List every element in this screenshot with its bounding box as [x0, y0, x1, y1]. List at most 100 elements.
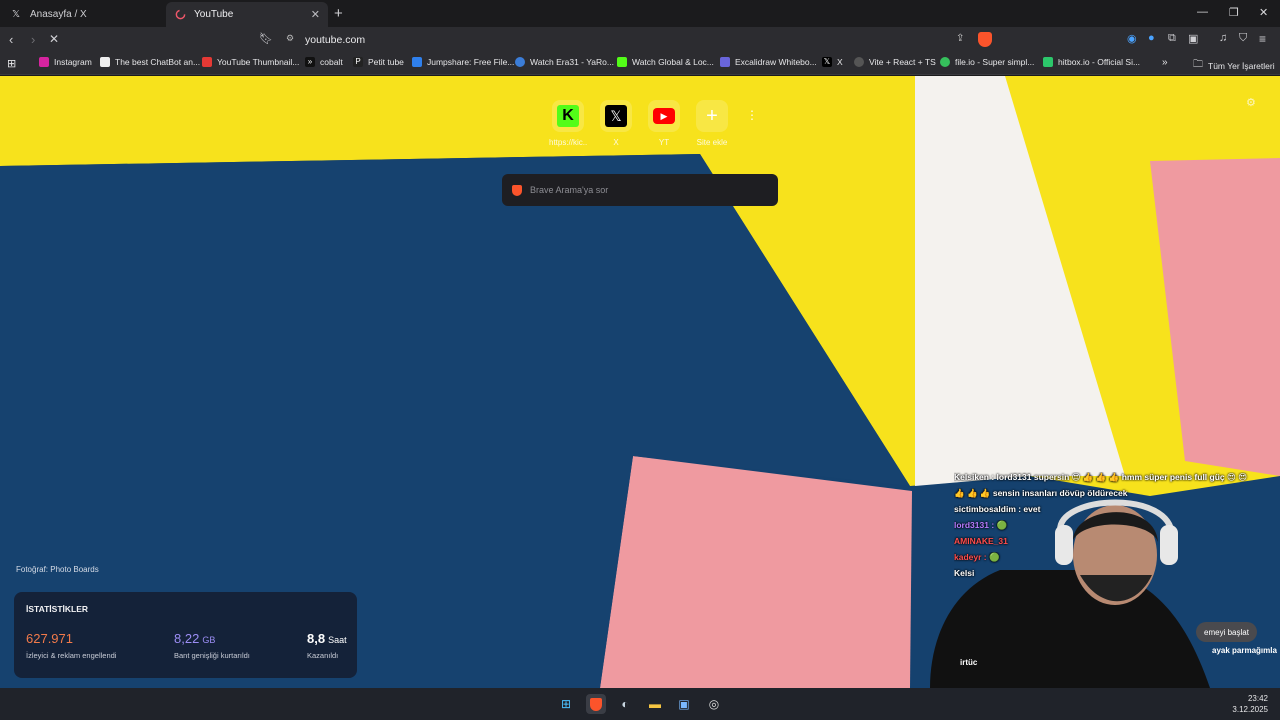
hitbox-icon — [1043, 57, 1053, 67]
kick-icon — [617, 57, 627, 67]
bookmark-era31[interactable]: Watch Era31 - YaRo... — [515, 57, 614, 67]
close-tab-icon[interactable]: ✕ — [311, 8, 320, 21]
windows-start-icon[interactable]: ⊞ — [556, 694, 576, 714]
clock-time: 23:42 — [1247, 694, 1268, 703]
media-icon[interactable]: ♫ — [1219, 32, 1227, 44]
brave-logo-icon — [512, 184, 522, 196]
stream-partial-text: ayak parmağımla — [1212, 646, 1277, 655]
thumbnail-icon — [202, 57, 212, 67]
all-bookmarks-folder[interactable]: 🗀︎ Tüm Yer İşaretleri — [1193, 57, 1275, 74]
wallet-icon[interactable]: ▣ — [1188, 32, 1198, 45]
bookmarks-bar: ⊞ Instagram The best ChatBot an... YouTu… — [0, 53, 1280, 75]
shortcuts-more-icon[interactable]: ⋮ — [746, 108, 758, 122]
stream-action-button[interactable]: emeyi başlat — [1196, 622, 1257, 642]
apps-grid-icon[interactable]: ⊞ — [7, 57, 16, 70]
brave-browser-icon[interactable] — [586, 694, 606, 714]
jumpshare-icon — [412, 57, 422, 67]
loading-spinner-icon — [174, 9, 186, 21]
shortcut-youtube[interactable]: ▶ YT — [645, 100, 683, 147]
steam-icon[interactable]: ◐ — [615, 694, 635, 714]
twitch-icon — [515, 57, 525, 67]
bookmark-vite-react[interactable]: Vite + React + TS — [854, 57, 936, 67]
shortcut-kick[interactable]: K https://kic... — [549, 100, 587, 147]
restore-icon[interactable]: ❐ — [1229, 6, 1239, 19]
brave-search-box[interactable]: Brave Arama'ya sor — [502, 174, 778, 206]
bookmark-x[interactable]: 𝕏X — [822, 57, 843, 67]
forward-icon[interactable]: › — [31, 32, 35, 47]
tab-title: Anasayfa / X — [30, 9, 87, 20]
url-text: youtube.com — [305, 34, 366, 46]
close-window-icon[interactable]: ✕ — [1259, 6, 1268, 19]
bookmark-hitbox[interactable]: hitbox.io - Official Si... — [1043, 57, 1140, 67]
bookmark-petit-tube[interactable]: P Petit tube — [353, 57, 404, 67]
extensions-puzzle-icon[interactable]: ⧉ — [1168, 32, 1176, 45]
excalidraw-icon — [720, 57, 730, 67]
bookmark-instagram[interactable]: Instagram — [39, 57, 92, 67]
clock-date: 3.12.2025 — [1232, 705, 1268, 714]
bookmark-jumpshare[interactable]: Jumpshare: Free File... — [412, 57, 514, 67]
extension-icon[interactable]: ● — [1148, 32, 1155, 44]
stat-time-saved: 8,8 Saat Kazanıldı — [307, 630, 347, 660]
shortcut-x[interactable]: 𝕏 X — [597, 100, 635, 147]
bookmark-chatbot[interactable]: The best ChatBot an... — [100, 57, 200, 67]
tab-anasayfa-x[interactable]: 𝕏 Anasayfa / X — [2, 2, 166, 27]
stat-value: 8,8 — [307, 631, 326, 646]
tab-title: YouTube — [194, 9, 234, 20]
chat-message: 👍 👍 👍 sensin insanları dövüp öldürecek — [954, 488, 1128, 498]
chat-message: Kelsiken : lord3131 supersin 😍 👍 👍 👍 hmm… — [954, 472, 1248, 482]
back-icon[interactable]: ‹ — [9, 32, 13, 47]
file-explorer-icon[interactable]: ▬ — [645, 694, 665, 714]
globe-icon — [854, 57, 864, 67]
minimize-icon[interactable]: — — [1197, 6, 1208, 18]
x-logo-icon: 𝕏 — [11, 9, 21, 20]
stop-loading-icon[interactable]: ✕ — [49, 32, 59, 46]
more-bookmarks-chevron-icon[interactable]: » — [1162, 57, 1168, 68]
obs-studio-icon[interactable]: ◎ — [704, 694, 724, 714]
navigation-toolbar: ‹ › ✕ 🔖︎ ⚙︎ youtube.com ⇪ ◉ ● ⧉ ▣ ♫ ⛉ ≡ — [0, 27, 1280, 53]
chat-message: AMINAKE_31 — [954, 536, 1008, 546]
menu-icon[interactable]: ≡ — [1259, 32, 1266, 46]
chat-message: lord3131 : 🟢 — [954, 520, 1008, 530]
bookmark-youtube-thumbnail[interactable]: YouTube Thumbnail... — [202, 57, 299, 67]
share-icon[interactable]: ⇪ — [956, 33, 964, 44]
bookmark-page-icon[interactable]: 🔖︎ — [259, 32, 273, 45]
photo-credit[interactable]: Fotoğraf: Photo Boards — [16, 565, 99, 574]
tab-youtube[interactable]: YouTube ✕ — [166, 2, 328, 27]
instagram-icon — [39, 57, 49, 67]
stat-trackers-blocked: 627.971 İzleyici & reklam engellendi — [26, 630, 116, 660]
photos-app-icon[interactable]: ▣ — [674, 694, 694, 714]
kick-logo-icon: K — [552, 100, 584, 132]
vpn-shield-icon[interactable]: ⛉ — [1239, 32, 1247, 45]
cobalt-icon: » — [305, 57, 315, 67]
stat-label: İzleyici & reklam engellendi — [26, 651, 117, 660]
stat-value: 627.971 — [26, 631, 73, 646]
chat-message: kadeyr : 🟢 — [954, 552, 1000, 562]
chat-message: sictimbosaldim : evet — [954, 504, 1041, 514]
system-clock[interactable]: 23:42 3.12.2025 — [1232, 693, 1268, 715]
bookmark-global-loc[interactable]: Watch Global & Loc... — [617, 57, 714, 67]
address-bar[interactable]: ⚙︎ youtube.com ⇪ — [280, 29, 1000, 51]
bookmark-fileio[interactable]: file.io - Super simpl... — [940, 57, 1034, 67]
plus-icon: + — [696, 100, 728, 132]
tab-strip: 𝕏 Anasayfa / X YouTube ✕ + — ❐ ✕ — [0, 0, 1280, 27]
stat-value: 8,22 — [174, 631, 200, 646]
read-aloud-icon[interactable]: ◉ — [1127, 32, 1137, 45]
bookmark-cobalt[interactable]: » cobalt — [305, 57, 343, 67]
customize-gear-icon[interactable]: ⚙︎ — [1246, 96, 1256, 109]
stat-unit: GB — [202, 635, 216, 645]
youtube-logo-icon: ▶ — [648, 100, 680, 132]
petit-tube-icon: P — [353, 57, 363, 67]
site-settings-icon[interactable]: ⚙︎ — [286, 33, 294, 44]
windows-taskbar: ⊞ ◐ ▬ ▣ ◎ 23:42 3.12.2025 — [0, 688, 1280, 720]
new-tab-plus-icon[interactable]: + — [334, 5, 343, 22]
stats-heading: İSTATİSTİKLER — [26, 604, 89, 614]
brave-shields-icon[interactable] — [978, 32, 992, 47]
bookmark-excalidraw[interactable]: Excalidraw Whitebo... — [720, 57, 817, 67]
stream-chat-overlay: Kelsiken : lord3131 supersin 😍 👍 👍 👍 hmm… — [954, 472, 1280, 584]
folder-icon: 🗀︎ — [1193, 59, 1203, 70]
x-logo-icon: 𝕏 — [822, 57, 832, 67]
chat-message: Kelsi — [954, 568, 975, 578]
shortcut-add-site[interactable]: + Site ekle — [693, 100, 731, 147]
stream-partial-text-2: irtüc — [960, 658, 978, 667]
fileio-icon — [940, 57, 950, 67]
